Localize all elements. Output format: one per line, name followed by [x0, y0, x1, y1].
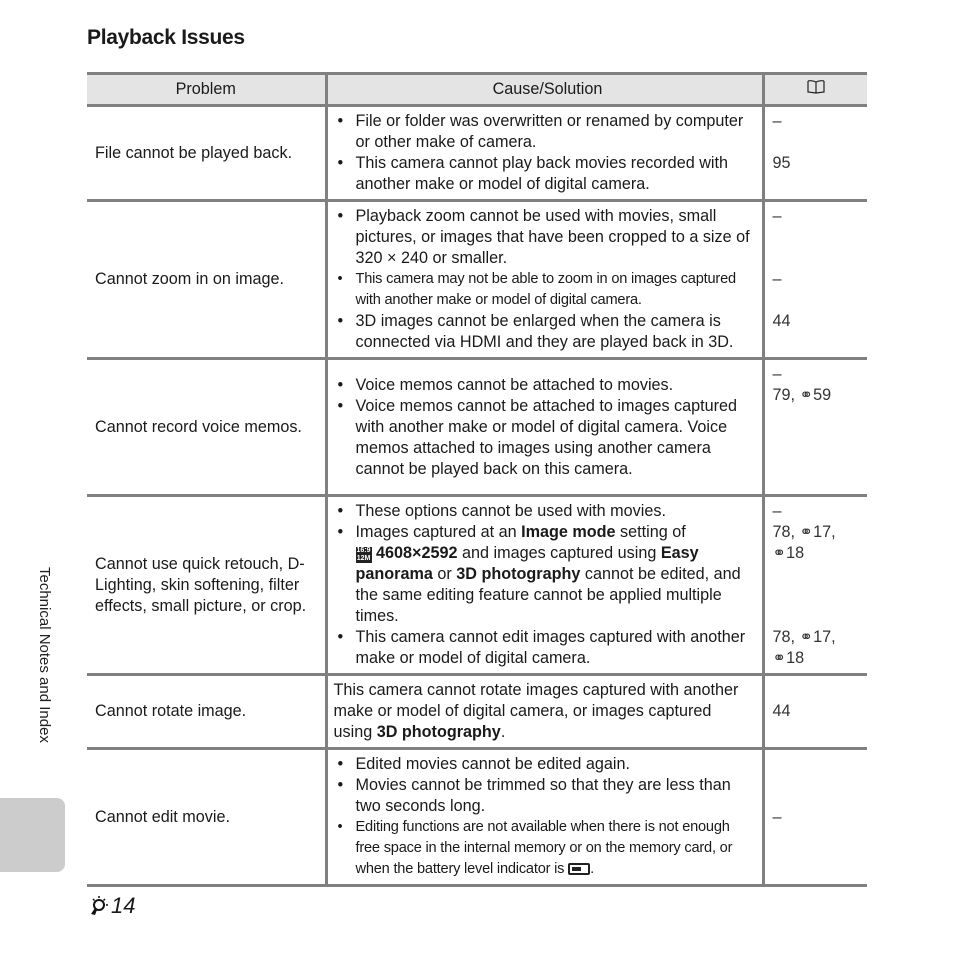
page-ref[interactable]: – [773, 111, 860, 132]
reference-cell: – 79, ⚭59 [763, 358, 867, 497]
cause-item: Movies cannot be trimmed so that they ar… [334, 775, 754, 817]
header-reference [763, 72, 867, 107]
cause-cell: This camera cannot rotate images capture… [324, 674, 765, 750]
page-ref[interactable]: 78, ⚭17, [773, 627, 860, 648]
page-ref[interactable]: 79, ⚭59 [773, 385, 860, 406]
mode-name: 3D photography [376, 723, 501, 741]
page-number: 14 [111, 893, 136, 918]
battery-low-icon [568, 863, 591, 875]
table-row: Cannot edit movie. Edited movies cannot … [87, 748, 867, 887]
cause-item: Voice memos cannot be attached to images… [334, 396, 754, 480]
cause-cell: These options cannot be used with movies… [324, 495, 765, 676]
page-ref[interactable]: 44 [773, 311, 860, 332]
problem-cell: Cannot zoom in on image. [87, 200, 326, 360]
cause-cell: Edited movies cannot be edited again. Mo… [324, 748, 765, 887]
cause-item: Playback zoom cannot be used with movies… [334, 206, 754, 269]
table-row: File cannot be played back. File or fold… [87, 105, 867, 202]
problem-cell: Cannot edit movie. [87, 748, 326, 887]
reference-cell: 44 [763, 674, 867, 750]
section-side-label: Technical Notes and Index [36, 567, 53, 743]
cause-item: File or folder was overwritten or rename… [334, 111, 754, 153]
section-tab [0, 798, 65, 872]
cause-item: This camera cannot play back movies reco… [334, 153, 754, 195]
table-row: Cannot rotate image. This camera cannot … [87, 674, 867, 750]
reference-cell: – – 44 [763, 200, 867, 360]
page-ref[interactable]: – [773, 807, 860, 828]
cause-item: Editing functions are not available when… [334, 817, 754, 880]
tip-bulb-icon [91, 896, 108, 915]
image-size-value: 4608×2592 [371, 544, 458, 562]
cause-cell: File or folder was overwritten or rename… [324, 105, 765, 202]
reference-cell: – 78, ⚭17, ⚭18 78, ⚭17, ⚭18 [763, 495, 867, 676]
page-title: Playback Issues [87, 26, 245, 49]
setting-name: Image mode [521, 523, 616, 541]
table-header-row: Problem Cause/Solution [87, 72, 867, 107]
table-row: Cannot record voice memos. Voice memos c… [87, 358, 867, 497]
header-problem: Problem [87, 72, 326, 107]
table-row: Cannot use quick retouch, D-Lighting, sk… [87, 495, 867, 676]
cause-item: 3D images cannot be enlarged when the ca… [334, 311, 754, 353]
playback-issues-table: Problem Cause/Solution File cannot be pl… [87, 72, 867, 887]
cause-item: These options cannot be used with movies… [334, 501, 754, 522]
page-ref[interactable]: – [773, 501, 860, 522]
problem-cell: Cannot record voice memos. [87, 358, 326, 497]
page-footer: 14 [87, 893, 135, 919]
reference-cell: – 95 [763, 105, 867, 202]
cause-item: Voice memos cannot be attached to movies… [334, 375, 754, 396]
book-icon [807, 79, 825, 94]
page-ref[interactable]: 78, ⚭17, [773, 522, 860, 543]
page-ref[interactable]: – [773, 364, 860, 385]
page-ref[interactable]: – [773, 269, 860, 290]
cause-cell: Playback zoom cannot be used with movies… [324, 200, 765, 360]
problem-cell: Cannot use quick retouch, D-Lighting, sk… [87, 495, 326, 676]
cause-item: Edited movies cannot be edited again. [334, 754, 754, 775]
problem-cell: Cannot rotate image. [87, 674, 326, 750]
page-ref[interactable]: 44 [773, 701, 860, 722]
cause-item: This camera cannot edit images captured … [334, 627, 754, 669]
page-ref[interactable]: ⚭18 [773, 543, 860, 564]
page-ref[interactable]: ⚭18 [773, 648, 860, 669]
image-mode-icon: 16:9 12M [355, 547, 372, 563]
table-row: Cannot zoom in on image. Playback zoom c… [87, 200, 867, 360]
page-ref[interactable]: – [773, 206, 860, 227]
cause-item: Images captured at an Image mode setting… [334, 522, 754, 627]
cause-cell: Voice memos cannot be attached to movies… [324, 358, 765, 497]
reference-cell: – [763, 748, 867, 887]
header-cause-solution: Cause/Solution [324, 72, 765, 107]
cause-item: This camera may not be able to zoom in o… [334, 269, 754, 311]
page-ref[interactable]: 95 [773, 153, 860, 174]
mode-name: 3D photography [456, 565, 581, 583]
problem-cell: File cannot be played back. [87, 105, 326, 202]
